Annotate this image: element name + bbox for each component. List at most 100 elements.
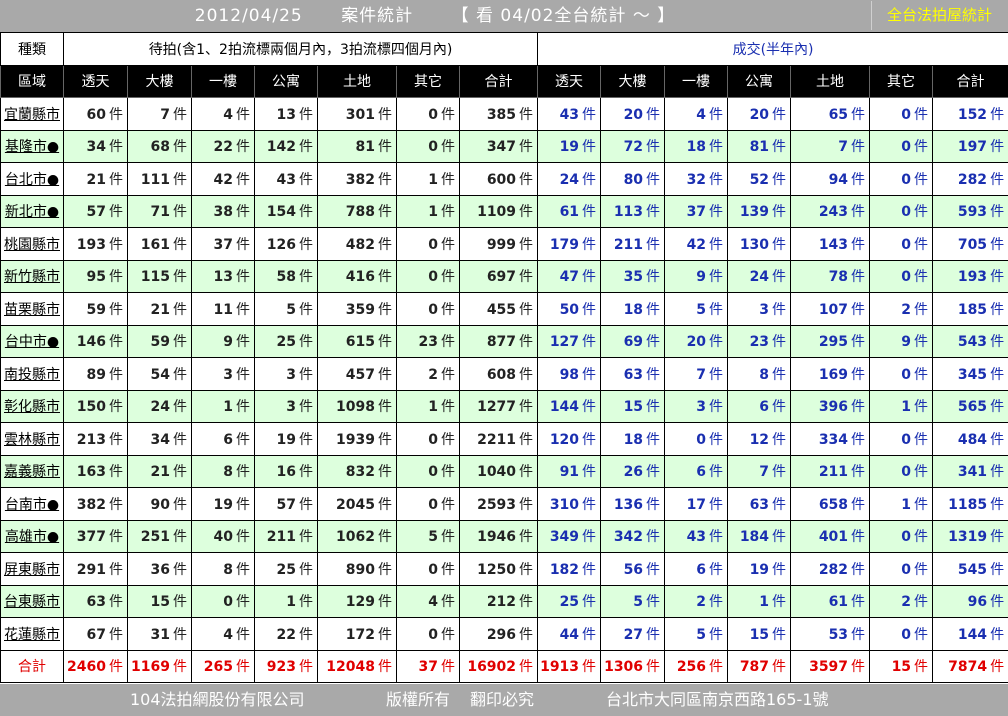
count-cell: 34 件 (63, 129, 128, 163)
region-link[interactable]: 南投縣市 (4, 367, 60, 383)
count-unit: 件 (109, 626, 123, 643)
region-cell[interactable]: 桃園縣市 (0, 227, 64, 261)
region-link[interactable]: 新竹縣市 (4, 269, 60, 285)
count-cell: 152 件 (932, 97, 1008, 131)
count-unit: 件 (299, 529, 313, 546)
count-unit: 件 (299, 399, 313, 416)
region-cell[interactable]: 花蓮縣市 (0, 617, 64, 651)
count-cell: 788 件 (317, 194, 397, 228)
region-cell[interactable]: 屏東縣市 (0, 552, 64, 586)
region-cell[interactable]: 彰化縣市 (0, 389, 64, 423)
type-header-row: 種類 待拍(含1、2拍流標兩個月內，3拍流標四個月內) 成交(半年內) (0, 32, 1008, 66)
count-value: 600 (486, 171, 517, 188)
count-cell: 243 件 (790, 194, 871, 228)
count-value: 24 (150, 399, 170, 416)
count-unit: 件 (990, 334, 1005, 351)
region-cell[interactable]: 高雄市● (0, 519, 64, 553)
count-cell: 81 件 (317, 129, 397, 163)
region-link[interactable]: 台東縣市 (4, 594, 60, 610)
region-link[interactable]: 屏東縣市 (4, 562, 60, 578)
count-value: 1306 (604, 659, 644, 676)
region-link[interactable]: 台北市● (5, 172, 59, 188)
totals-label: 合計 (0, 649, 64, 683)
count-value: 608 (486, 366, 517, 383)
region-cell[interactable]: 台南市● (0, 487, 64, 521)
region-cell[interactable]: 南投縣市 (0, 357, 64, 391)
region-link[interactable]: 台中市● (5, 334, 59, 350)
count-value: 4 (428, 594, 438, 611)
region-link[interactable]: 桃園縣市 (4, 237, 60, 253)
count-value: 3 (286, 399, 296, 416)
count-cell: 7874 件 (932, 649, 1008, 683)
region-cell[interactable]: 新北市● (0, 194, 64, 228)
region-cell[interactable]: 宜蘭縣市 (0, 97, 64, 131)
region-link[interactable]: 雲林縣市 (4, 432, 60, 448)
region-link[interactable]: 台南市● (5, 497, 59, 513)
region-link[interactable]: 新北市● (5, 204, 59, 220)
count-value: 1319 (948, 529, 988, 546)
count-unit: 件 (173, 301, 187, 318)
count-cell: 565 件 (932, 389, 1008, 423)
count-cell: 5件 (664, 292, 729, 326)
count-cell: 1062 件 (317, 519, 397, 553)
region-cell[interactable]: 台東縣市 (0, 584, 64, 618)
region-link[interactable]: 彰化縣市 (4, 399, 60, 415)
region-cell[interactable]: 台北市● (0, 162, 64, 196)
count-value: 0 (901, 366, 912, 383)
count-value: 37 (418, 659, 438, 676)
region-cell[interactable]: 基隆市● (0, 129, 64, 163)
region-cell[interactable]: 雲林縣市 (0, 422, 64, 456)
count-cell: 20 件 (727, 97, 792, 131)
region-cell[interactable]: 新竹縣市 (0, 259, 64, 293)
count-unit: 件 (299, 171, 313, 188)
count-cell: 107 件 (790, 292, 871, 326)
count-unit: 件 (990, 594, 1005, 611)
count-cell: 832 件 (317, 454, 397, 488)
view-stats-link[interactable]: 【 看 04/02全台統計 ～ 】 (452, 6, 676, 26)
count-cell: 43 件 (664, 519, 729, 553)
count-value: 59 (150, 334, 170, 351)
count-unit: 件 (914, 139, 929, 156)
region-cell[interactable]: 苗栗縣市 (0, 292, 64, 326)
region-link[interactable]: 基隆市● (5, 139, 59, 155)
count-value: 18 (623, 431, 644, 448)
region-link[interactable]: 花蓮縣市 (4, 627, 60, 643)
count-cell: 4件 (396, 584, 460, 618)
region-cell[interactable]: 嘉義縣市 (0, 454, 64, 488)
count-value: 20 (686, 334, 707, 351)
count-value: 60 (86, 106, 106, 123)
count-unit: 件 (772, 464, 787, 481)
count-unit: 件 (378, 399, 392, 416)
region-link[interactable]: 苗栗縣市 (4, 302, 60, 318)
region-link[interactable]: 高雄市● (5, 529, 59, 545)
count-cell: 0件 (191, 584, 255, 618)
count-cell: 4件 (191, 617, 255, 651)
count-unit: 件 (990, 399, 1005, 416)
count-unit: 件 (646, 171, 661, 188)
region-link[interactable]: 宜蘭縣市 (4, 107, 60, 123)
count-cell: 6件 (727, 389, 792, 423)
count-value: 1277 (477, 399, 517, 416)
count-cell: 282 件 (790, 552, 871, 586)
count-cell: 59 件 (63, 292, 128, 326)
count-cell: 1277 件 (458, 389, 539, 423)
count-value: 2045 (336, 496, 375, 513)
count-unit: 件 (236, 171, 250, 188)
table-row: 台東縣市 63 件 15 件 0 件 1 件 129 件 4 件 212 件 25 件 5 件 2 件 1 件 61 件 2 件 96… (0, 584, 1008, 618)
count-unit: 件 (299, 561, 313, 578)
region-link[interactable]: 嘉義縣市 (4, 464, 60, 480)
count-cell: 56 件 (600, 552, 666, 586)
count-cell: 22 件 (254, 617, 318, 651)
nationwide-stats-button[interactable]: 全台法拍屋統計 (871, 1, 1007, 30)
count-cell: 21 件 (127, 292, 192, 326)
region-cell[interactable]: 台中市● (0, 324, 64, 358)
count-unit: 件 (441, 301, 455, 318)
count-cell: 0件 (869, 422, 934, 456)
count-cell: 347 件 (458, 129, 539, 163)
count-unit: 件 (990, 269, 1005, 286)
count-value: 0 (428, 106, 438, 123)
count-value: 3 (759, 301, 770, 318)
count-unit: 件 (772, 171, 787, 188)
count-value: 0 (901, 236, 912, 253)
count-value: 7 (838, 139, 849, 156)
